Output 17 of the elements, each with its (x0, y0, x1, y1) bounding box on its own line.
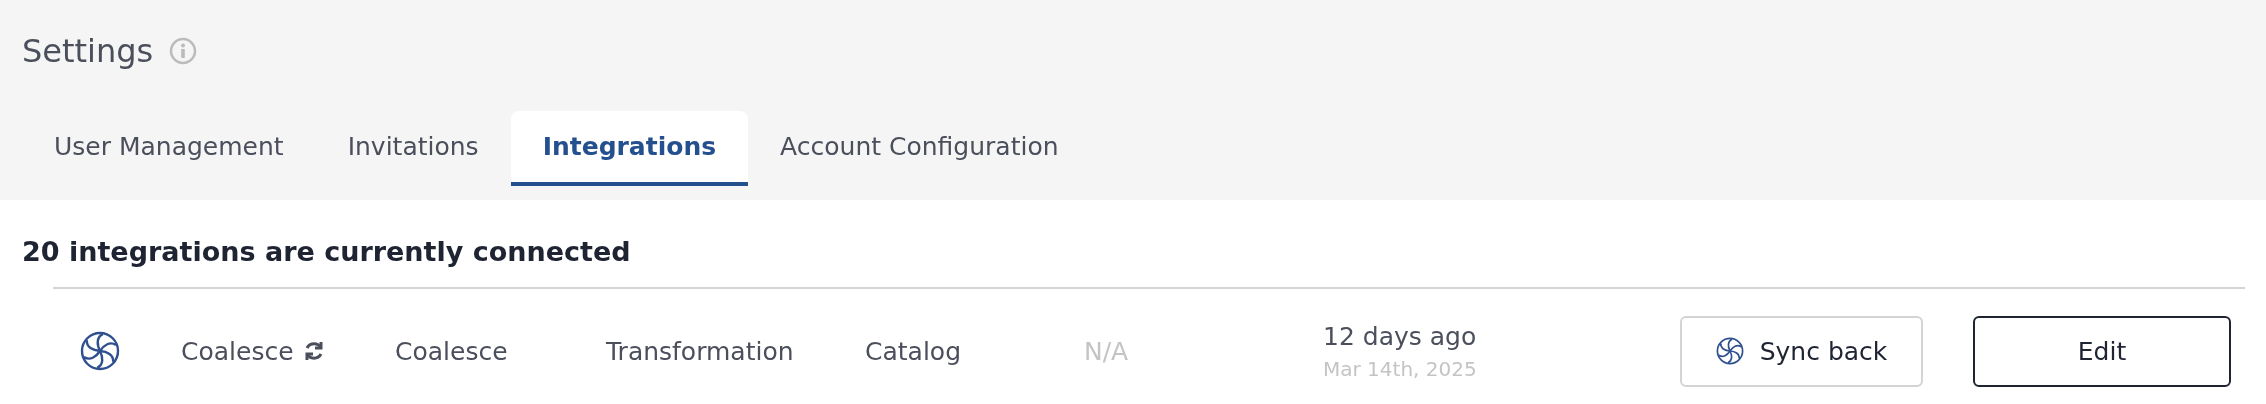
tab[interactable]: User Management (22, 111, 316, 186)
last-sync-date: Mar 14th, 2025 (1323, 356, 1478, 381)
edit-button[interactable]: Edit (1973, 315, 2231, 387)
last-sync-time: 12 days ago (1323, 321, 1478, 351)
sync-logo-icon (1715, 337, 1744, 365)
tab[interactable]: Account Configuration (748, 111, 1091, 186)
provider-cell-text: Coalesce (395, 336, 509, 366)
tab[interactable]: Invitations (315, 111, 511, 186)
type-cell-text: Catalog (865, 336, 962, 366)
tab[interactable]: Integrations (510, 111, 749, 186)
table-cell-text: N/A (1084, 336, 1130, 366)
category-cell-text: Transformation (606, 336, 795, 366)
integrations-count: 20 integrations are currently connected (21, 235, 632, 267)
integration-name: Coalesce (181, 336, 294, 366)
page-title: Settings (22, 32, 154, 70)
sync-back-button[interactable]: Sync back (1680, 315, 1923, 387)
integration-logo-icon (80, 331, 120, 371)
